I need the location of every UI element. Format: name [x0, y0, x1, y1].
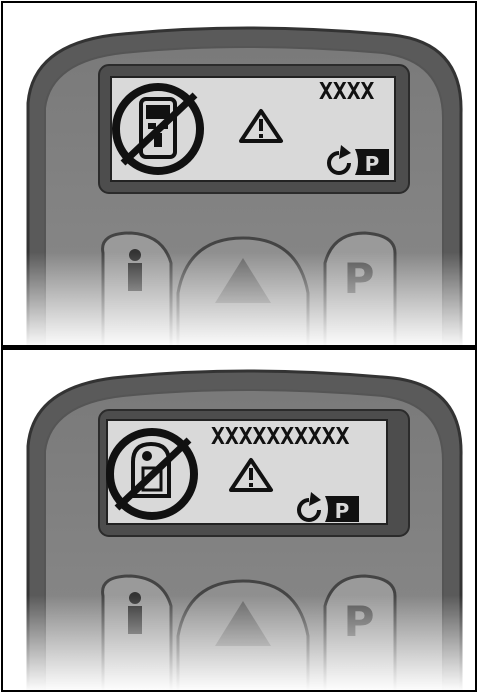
- panel-top: P P XXXX: [1, 1, 477, 347]
- parking-p-icon: P: [355, 149, 389, 176]
- control-device: P P: [3, 26, 475, 345]
- control-device: P P: [3, 369, 475, 690]
- panel-bottom: P P XXXXXXXXXX: [1, 347, 477, 692]
- lcd-status-text: XXXX: [319, 79, 375, 105]
- lcd-status-text: XXXXXXXXXX: [211, 424, 350, 450]
- svg-text:P: P: [365, 152, 380, 176]
